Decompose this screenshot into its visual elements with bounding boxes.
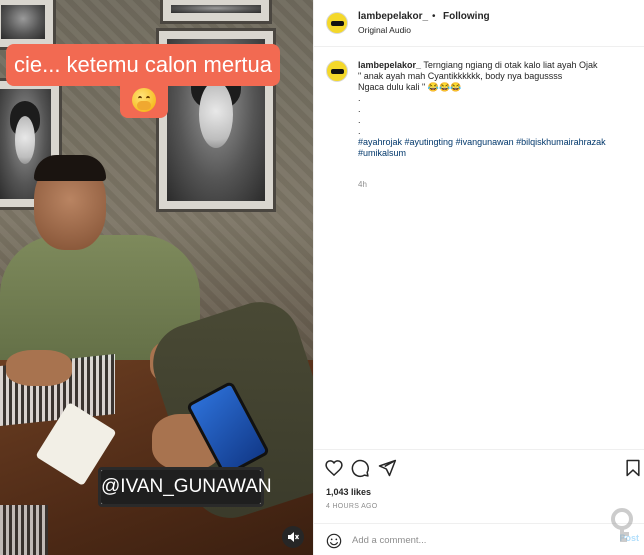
- video-user-tag-text: @IVAN_GUNAWAN: [101, 470, 272, 504]
- emoji-smile-icon[interactable]: [326, 533, 342, 549]
- bookmark-icon[interactable]: [623, 458, 643, 478]
- video-person-hair: [34, 155, 106, 181]
- post-header: lambepelakor_ • Following Original Audio: [314, 0, 644, 47]
- key-watermark-icon: [611, 508, 633, 542]
- following-button[interactable]: Following: [443, 11, 490, 22]
- mute-button[interactable]: [282, 526, 304, 548]
- original-audio-link[interactable]: Original Audio: [358, 25, 411, 35]
- caption-dot-4: .: [358, 126, 361, 136]
- caption-timestamp[interactable]: 4h: [358, 180, 367, 189]
- video-hand-left: [6, 350, 72, 386]
- send-icon[interactable]: [377, 458, 397, 478]
- photo-frame-top-left: [0, 0, 56, 50]
- post-sidebar: lambepelakor_ • Following Original Audio…: [313, 0, 644, 555]
- caption-hashtags-1[interactable]: #ayahrojak #ayutingting #ivangunawan #bi…: [358, 137, 636, 148]
- post-video[interactable]: cie... ketemu calon mertua @IVAN_GUNAWAN: [0, 0, 313, 555]
- caption-line-2: " anak ayah mah Cyantikkkkkk, body nya b…: [358, 71, 563, 81]
- post-actions-bar: [314, 449, 644, 489]
- post-time-ago[interactable]: 4 HOURS AGO: [326, 503, 378, 510]
- caption-username[interactable]: lambepelakor_: [358, 60, 421, 70]
- header-separator: •: [432, 11, 436, 22]
- hand-over-mouth-emoji-icon: [132, 88, 156, 112]
- author-avatar[interactable]: [326, 12, 348, 34]
- caption-dot-1: .: [358, 93, 361, 103]
- comment-icon[interactable]: [350, 458, 370, 478]
- caption-dot-3: .: [358, 115, 361, 125]
- caption-line-1: Terngiang ngiang di otak kalo liat ayah …: [423, 60, 598, 70]
- add-comment-input[interactable]: [352, 531, 572, 549]
- caption-text-block: lambepelakor_ Terngiang ngiang di otak k…: [358, 60, 636, 159]
- video-emoji-overlay: [120, 82, 168, 118]
- likes-count[interactable]: 1,043 likes: [326, 487, 371, 497]
- add-comment-row: Post: [314, 523, 644, 555]
- heart-icon[interactable]: [324, 458, 344, 478]
- video-placemat-bottom: [0, 505, 48, 555]
- video-user-tag: @IVAN_GUNAWAN: [98, 467, 272, 507]
- video-caption-overlay: cie... ketemu calon mertua: [6, 44, 280, 86]
- photo-frame-top-right: [160, 0, 272, 24]
- author-username[interactable]: lambepelakor_: [358, 11, 428, 22]
- caption-hashtags-2[interactable]: #umikalsum: [358, 148, 636, 159]
- speaker-muted-icon: [288, 532, 300, 542]
- caption-line-3: Ngaca dulu kali " 😂😂😂: [358, 82, 462, 92]
- caption-dot-2: .: [358, 104, 361, 114]
- caption-author-avatar[interactable]: [326, 60, 348, 82]
